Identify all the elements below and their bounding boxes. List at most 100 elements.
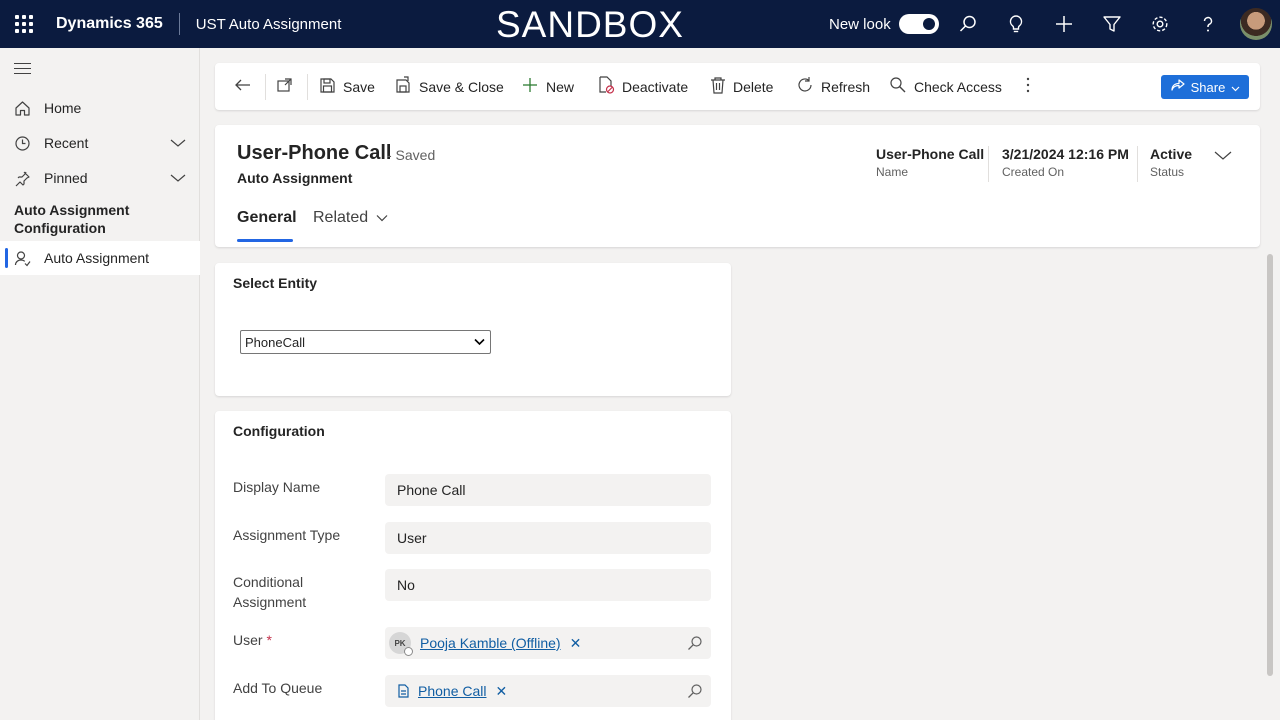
delete-label: Delete	[733, 78, 774, 95]
lightbulb-icon[interactable]	[992, 0, 1040, 48]
record-header: User-Phone Call - Saved Auto Assignment …	[215, 125, 1260, 247]
new-label: New	[546, 78, 575, 95]
save-label: Save	[343, 78, 375, 95]
app-name[interactable]: UST Auto Assignment	[196, 16, 342, 33]
filter-icon[interactable]	[1088, 0, 1136, 48]
vertical-scrollbar[interactable]	[1267, 254, 1273, 676]
remove-user-icon[interactable]: ✕	[570, 635, 582, 652]
app-launcher-button[interactable]	[0, 0, 48, 48]
home-icon	[0, 100, 44, 117]
header-field-name: User-Phone Call Name	[876, 146, 984, 179]
sidebar-item-recent[interactable]: Recent	[0, 126, 200, 160]
deactivate-label: Deactivate	[622, 78, 689, 95]
search-icon[interactable]	[944, 0, 992, 48]
tab-selected-indicator	[237, 239, 293, 242]
tab-general[interactable]: General	[237, 209, 297, 227]
new-button[interactable]: New	[521, 63, 574, 110]
gear-icon[interactable]	[1136, 0, 1184, 48]
header-field-value: 3/21/2024 12:16 PM	[1002, 146, 1129, 162]
display-name-value: Phone Call	[397, 482, 466, 498]
add-to-queue-label: Add To Queue	[233, 680, 323, 696]
user-lookup-link[interactable]: Pooja Kamble (Offline)	[420, 635, 561, 651]
sidebar-item-auto-assignment[interactable]: Auto Assignment	[0, 241, 200, 275]
user-label: User *	[233, 630, 272, 650]
header-field-label: Status	[1150, 165, 1185, 179]
sidebar-item-label: Pinned	[44, 170, 88, 186]
section-title: Select Entity	[233, 275, 318, 291]
header-field-value: User-Phone Call	[876, 146, 985, 162]
section-title: Configuration	[233, 423, 325, 439]
back-button[interactable]	[234, 63, 252, 110]
remove-queue-icon[interactable]: ✕	[496, 683, 508, 700]
save-status: - Saved	[387, 147, 436, 163]
sidebar-item-label: Home	[44, 100, 82, 116]
required-marker: *	[266, 632, 272, 648]
conditional-assignment-field[interactable]: No	[385, 569, 711, 601]
share-button[interactable]: Share	[1161, 75, 1249, 99]
deactivate-icon	[598, 76, 615, 97]
display-name-label: Display Name	[233, 479, 321, 495]
chevron-down-icon	[474, 336, 485, 351]
top-actions	[944, 0, 1232, 48]
conditional-assignment-label-line2: Assignment	[233, 594, 307, 610]
new-look-label: New look	[829, 15, 891, 33]
plus-icon[interactable]	[1040, 0, 1088, 48]
save-button[interactable]: Save	[319, 63, 375, 110]
chevron-down-icon	[1231, 80, 1240, 95]
open-new-window-icon	[276, 76, 294, 97]
new-look-toggle-group: New look	[829, 14, 939, 34]
sidebar-group-title: Auto Assignment Configuration	[14, 202, 130, 236]
refresh-label: Refresh	[821, 78, 871, 95]
header-field-status: Active Status	[1150, 146, 1192, 179]
environment-label: SANDBOX	[496, 4, 684, 45]
share-icon	[1170, 78, 1185, 96]
sidebar-item-pinned[interactable]: Pinned	[0, 161, 200, 195]
hamburger-icon[interactable]	[14, 63, 31, 78]
display-name-field[interactable]: Phone Call	[385, 474, 711, 506]
brand-name[interactable]: Dynamics 365	[56, 13, 180, 35]
entity-select[interactable]: PhoneCall	[240, 330, 491, 354]
sidebar: Home Recent Pinned Auto Assignment Confi…	[0, 48, 200, 720]
lookup-search-icon[interactable]	[687, 683, 703, 702]
plus-icon	[521, 76, 539, 97]
deactivate-button[interactable]: Deactivate	[598, 63, 688, 110]
tab-related[interactable]: Related	[313, 209, 388, 227]
lookup-search-icon[interactable]	[687, 635, 703, 654]
add-to-queue-lookup-field[interactable]: Phone Call ✕	[385, 675, 711, 707]
check-access-button[interactable]: Check Access	[889, 63, 1002, 110]
conditional-assignment-label: Conditional Assignment	[233, 572, 306, 612]
header-field-value: Active	[1150, 146, 1193, 162]
user-avatar[interactable]	[1240, 8, 1272, 40]
sidebar-item-home[interactable]: Home	[0, 91, 200, 125]
save-icon	[319, 77, 336, 97]
tab-related-label: Related	[313, 209, 369, 226]
check-access-icon	[889, 76, 907, 97]
user-avatar: PK	[389, 632, 413, 656]
chevron-down-icon[interactable]	[170, 171, 186, 187]
save-close-icon	[394, 76, 412, 97]
entity-name: Auto Assignment	[237, 170, 353, 186]
save-close-button[interactable]: Save & Close	[394, 63, 504, 110]
save-close-label: Save & Close	[419, 78, 504, 95]
queue-lookup-link[interactable]: Phone Call	[418, 683, 487, 699]
entity-select-value: PhoneCall	[245, 334, 305, 350]
help-icon[interactable]	[1184, 0, 1232, 48]
more-vertical-icon	[1023, 76, 1033, 97]
top-bar: Dynamics 365 UST Auto Assignment SANDBOX…	[0, 0, 1280, 48]
user-label-text: User	[233, 632, 263, 648]
person-icon	[0, 250, 44, 267]
refresh-button[interactable]: Refresh	[796, 63, 870, 110]
new-look-toggle[interactable]	[898, 14, 939, 34]
share-label: Share	[1190, 79, 1226, 95]
delete-button[interactable]: Delete	[710, 63, 773, 110]
open-new-window-button[interactable]	[276, 63, 294, 110]
chevron-down-icon[interactable]	[170, 136, 186, 152]
trash-icon	[710, 76, 726, 97]
user-lookup-field[interactable]: PK Pooja Kamble (Offline) ✕	[385, 627, 711, 659]
back-arrow-icon	[234, 76, 252, 97]
assignment-type-field[interactable]: User	[385, 522, 711, 554]
header-field-created-on: 3/21/2024 12:16 PM Created On	[1002, 146, 1129, 179]
more-commands-button[interactable]	[1023, 63, 1033, 110]
conditional-assignment-value: No	[397, 577, 415, 593]
header-expand-chevron-icon[interactable]	[1214, 149, 1232, 167]
